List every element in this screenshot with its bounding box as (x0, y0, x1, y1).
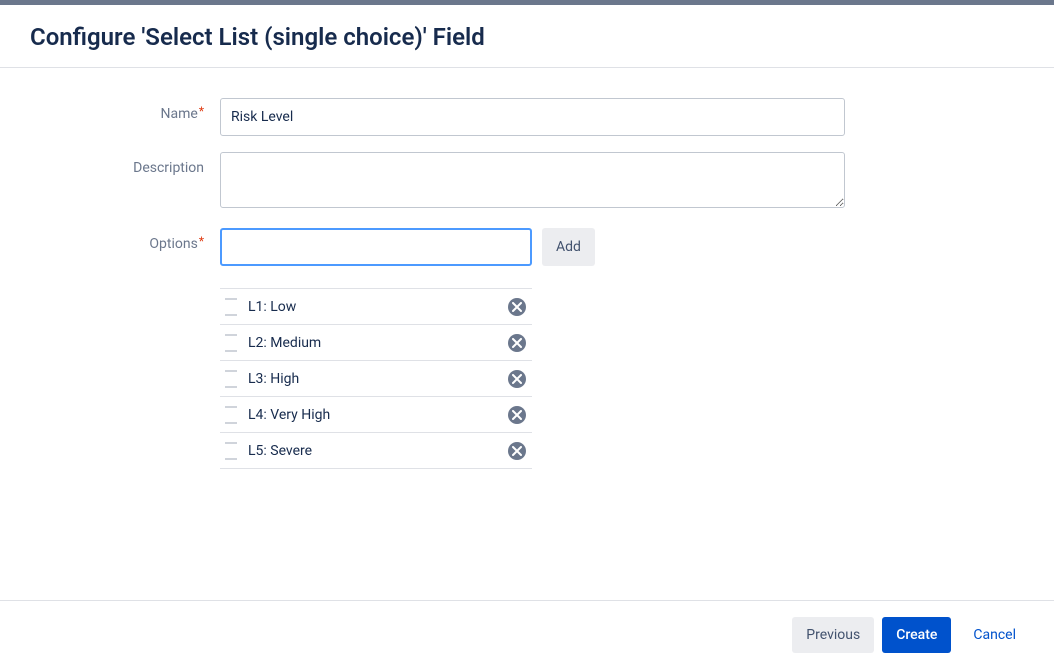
remove-option-icon[interactable] (508, 406, 526, 424)
modal-title: Configure 'Select List (single choice)' … (30, 23, 1024, 51)
option-item[interactable]: L3: High (220, 361, 532, 397)
remove-option-icon[interactable] (508, 370, 526, 388)
create-button[interactable]: Create (882, 617, 951, 653)
option-item[interactable]: L4: Very High (220, 397, 532, 433)
configure-field-modal: Configure 'Select List (single choice)' … (0, 0, 1054, 669)
option-label: L4: Very High (248, 407, 508, 423)
option-label: L1: Low (248, 299, 508, 315)
options-list: L1: Low L2: Medium L3: High L4: Very High L5… (220, 288, 532, 469)
option-input[interactable] (220, 228, 532, 266)
modal-header: Configure 'Select List (single choice)' … (0, 5, 1054, 68)
option-item[interactable]: L1: Low (220, 289, 532, 325)
description-label-text: Description (133, 160, 204, 176)
required-asterisk: * (199, 234, 204, 248)
name-label-text: Name (161, 106, 198, 122)
add-option-button[interactable]: Add (542, 228, 595, 266)
options-label-text: Options (149, 236, 197, 252)
option-item[interactable]: L5: Severe (220, 433, 532, 469)
drag-handle-icon[interactable] (224, 297, 238, 317)
options-label: Options* (40, 228, 220, 252)
drag-handle-icon[interactable] (224, 369, 238, 389)
remove-option-icon[interactable] (508, 298, 526, 316)
description-label: Description (40, 152, 220, 176)
options-row: Options* Add L1: Low L2: Medium L3: High L4… (40, 228, 1014, 469)
description-textarea[interactable] (220, 152, 845, 208)
option-label: L3: High (248, 371, 508, 387)
drag-handle-icon[interactable] (224, 441, 238, 461)
name-input[interactable] (220, 98, 845, 136)
name-label: Name* (40, 98, 220, 122)
description-row: Description (40, 152, 1014, 212)
drag-handle-icon[interactable] (224, 333, 238, 353)
option-input-row: Add (220, 228, 860, 266)
name-row: Name* (40, 98, 1014, 136)
remove-option-icon[interactable] (508, 334, 526, 352)
drag-handle-icon[interactable] (224, 405, 238, 425)
required-asterisk: * (199, 104, 204, 118)
modal-footer: Previous Create Cancel (0, 600, 1054, 669)
option-label: L2: Medium (248, 335, 508, 351)
option-item[interactable]: L2: Medium (220, 325, 532, 361)
cancel-button[interactable]: Cancel (959, 617, 1030, 653)
remove-option-icon[interactable] (508, 442, 526, 460)
option-label: L5: Severe (248, 443, 508, 459)
previous-button[interactable]: Previous (792, 617, 874, 653)
modal-body: Name* Description Options* Add (0, 68, 1054, 600)
